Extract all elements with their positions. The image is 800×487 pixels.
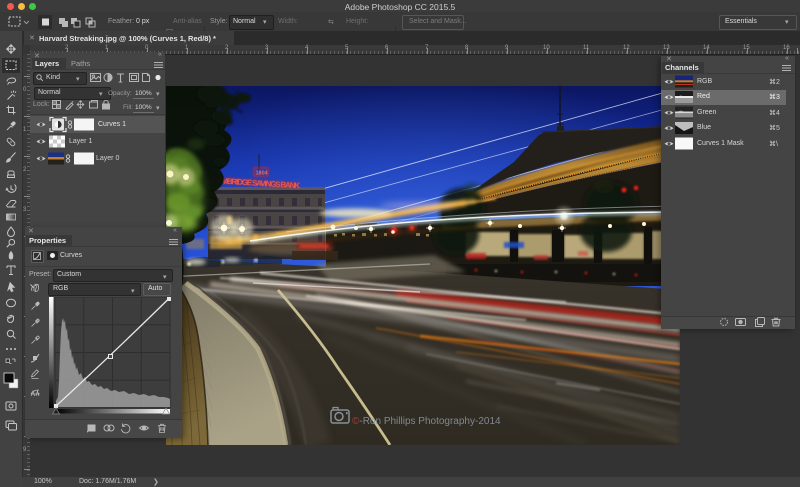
- svg-text:©-Ron Phillips Photography-201: ©-Ron Phillips Photography-2014: [352, 416, 501, 427]
- svg-text:1804: 1804: [256, 171, 269, 177]
